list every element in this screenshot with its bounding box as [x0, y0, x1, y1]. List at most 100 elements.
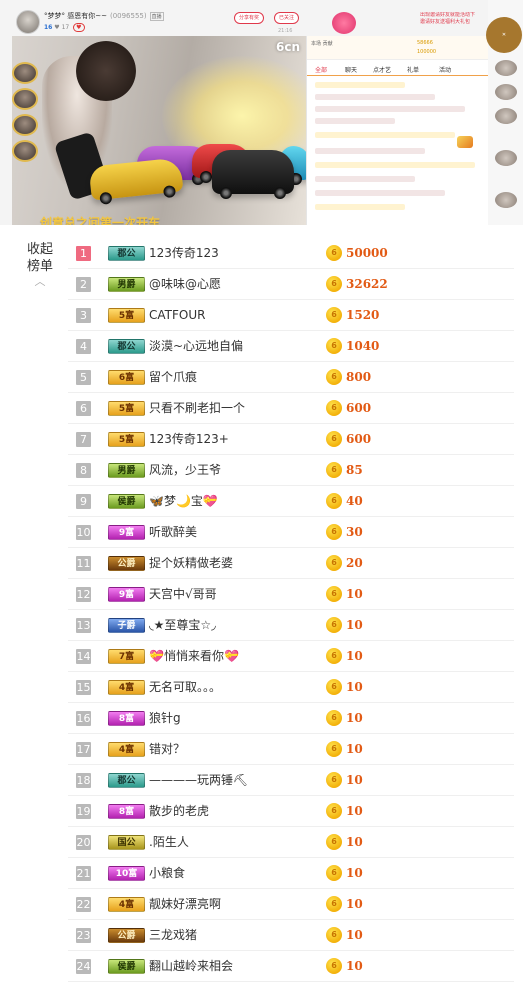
- noble-badge: 国公: [108, 835, 145, 850]
- user-name[interactable]: 无名可取。。。: [149, 679, 221, 696]
- user-name[interactable]: .陌生人: [149, 834, 189, 851]
- user-name[interactable]: 三龙戏猪: [149, 927, 197, 944]
- ranking-row[interactable]: 8 男爵 风流，少王爷 6 85: [68, 455, 514, 486]
- user-name[interactable]: 散步的老虎: [149, 803, 209, 820]
- coin-icon: 6: [326, 834, 342, 850]
- ranking-row[interactable]: 12 9富 天宫中√哥哥 6 10: [68, 579, 514, 610]
- ranking-row[interactable]: 3 5富 CATFOUR 6 1520: [68, 300, 514, 331]
- rank-number: 19: [76, 804, 91, 819]
- ranking-row[interactable]: 13 子爵 ◟★至尊宝☆◞ 6 10: [68, 610, 514, 641]
- user-name[interactable]: 靓妹好漂亮啊: [149, 896, 221, 913]
- ranking-row[interactable]: 5 6富 留个爪痕 6 800: [68, 362, 514, 393]
- promo-badge[interactable]: [332, 12, 356, 34]
- privilege-close-badge[interactable]: ✕: [486, 17, 522, 53]
- tab-events[interactable]: 活动: [439, 65, 451, 74]
- coin-icon: 6: [326, 865, 342, 881]
- share-gift-button[interactable]: 分享有奖: [234, 12, 265, 24]
- ranking-row[interactable]: 22 4富 靓妹好漂亮啊 6 10: [68, 889, 514, 920]
- ranking-row[interactable]: 20 国公 .陌生人 6 10: [68, 827, 514, 858]
- noble-badge: 5富: [108, 308, 145, 323]
- contribution-amount: 10: [346, 711, 363, 725]
- collapse-ranking-button[interactable]: 收起 榜单 ︿: [22, 241, 58, 287]
- user-name[interactable]: 天宫中√哥哥: [149, 586, 217, 603]
- user-name[interactable]: 🦋梦🌙宝💝: [149, 493, 218, 510]
- video-player[interactable]: 6cn 创意总之间第一次开车: [12, 36, 308, 225]
- rail-avatar[interactable]: [495, 60, 517, 76]
- user-name[interactable]: 翻山越岭来相会: [149, 958, 233, 975]
- noble-badge: 郡公: [108, 246, 145, 261]
- coin-icon: 6: [326, 896, 342, 912]
- user-name[interactable]: 💝悄悄来看你💝: [149, 648, 239, 665]
- rank-number: 2: [76, 277, 91, 292]
- user-name[interactable]: 狼针g: [149, 710, 181, 727]
- ranking-row[interactable]: 18 郡公 ————玩两锤⛏ 6 10: [68, 765, 514, 796]
- user-name[interactable]: 只看不刷老扣一个: [149, 400, 245, 417]
- ranking-row[interactable]: 2 男爵 @味味@心愿 6 32622: [68, 269, 514, 300]
- tab-talent[interactable]: 点才艺: [373, 65, 391, 74]
- ranking-row[interactable]: 14 7富 💝悄悄来看你💝 6 10: [68, 641, 514, 672]
- rail-avatar[interactable]: [495, 108, 517, 124]
- user-name[interactable]: @味味@心愿: [149, 276, 221, 293]
- user-name[interactable]: 123传奇123: [149, 245, 219, 262]
- streamer-avatar[interactable]: [16, 10, 40, 34]
- audience-avatar[interactable]: [12, 114, 38, 136]
- streamer-name[interactable]: °梦梦° 感恩有你~~: [44, 12, 107, 20]
- user-name[interactable]: 小粮食: [149, 865, 185, 882]
- noble-badge: 8富: [108, 804, 145, 819]
- rail-avatar[interactable]: [495, 192, 517, 208]
- rank-number: 6: [76, 401, 91, 416]
- noble-badge: 男爵: [108, 277, 145, 292]
- coin-icon: 6: [326, 245, 342, 261]
- user-name[interactable]: 淡漠~心远地自偏: [149, 338, 243, 355]
- contribution-amount: 1040: [346, 339, 380, 353]
- fan-tag: ♥: [73, 23, 85, 32]
- ranking-row[interactable]: 24 侯爵 翻山越岭来相会 6 10: [68, 951, 514, 982]
- audience-avatar[interactable]: [12, 140, 38, 162]
- tab-chat[interactable]: 聊天: [345, 65, 357, 74]
- rail-avatar[interactable]: [495, 150, 517, 166]
- ranking-row[interactable]: 4 郡公 淡漠~心远地自偏 6 1040: [68, 331, 514, 362]
- contribution-amount: 10: [346, 618, 363, 632]
- rail-avatar[interactable]: [495, 84, 517, 100]
- ranking-row[interactable]: 21 10富 小粮食 6 10: [68, 858, 514, 889]
- live-tag: 直播: [149, 12, 164, 21]
- contribution-amount: 10: [346, 649, 363, 663]
- user-name[interactable]: 风流，少王爷: [149, 462, 221, 479]
- ranking-row[interactable]: 11 公爵 捉个妖精做老婆 6 20: [68, 548, 514, 579]
- user-name[interactable]: ◟★至尊宝☆◞: [149, 617, 216, 634]
- audience-avatar[interactable]: [12, 62, 38, 84]
- chat-tabs: 全部 聊天 点才艺 礼单 活动: [307, 62, 489, 76]
- noble-badge: 4富: [108, 742, 145, 757]
- contribution-amount: 10: [346, 742, 363, 756]
- user-name[interactable]: ————玩两锤⛏: [149, 772, 248, 789]
- ranking-row[interactable]: 15 4富 无名可取。。。 6 10: [68, 672, 514, 703]
- coin-icon: 6: [326, 338, 342, 354]
- ranking-row[interactable]: 1 郡公 123传奇123 6 50000: [68, 238, 514, 269]
- user-name[interactable]: 听歌醉美: [149, 524, 197, 541]
- user-name[interactable]: 错对？: [149, 741, 185, 758]
- contribution-header: 本场 贡献 58666 100000: [307, 36, 489, 60]
- ranking-row[interactable]: 23 公爵 三龙戏猪 6 10: [68, 920, 514, 951]
- ranking-row[interactable]: 10 9富 听歌醉美 6 30: [68, 517, 514, 548]
- followed-button[interactable]: 已关注: [274, 12, 300, 24]
- contribution-amount: 1520: [346, 308, 380, 322]
- contribution-amount: 10: [346, 866, 363, 880]
- ranking-row[interactable]: 19 8富 散步的老虎 6 10: [68, 796, 514, 827]
- contribution-amount: 600: [346, 432, 372, 446]
- ranking-row[interactable]: 6 5富 只看不刷老扣一个 6 600: [68, 393, 514, 424]
- user-name[interactable]: 留个爪痕: [149, 369, 197, 386]
- ranking-row[interactable]: 16 8富 狼针g 6 10: [68, 703, 514, 734]
- collapse-label-line-1: 收起: [26, 242, 53, 257]
- noble-badge: 公爵: [108, 928, 145, 943]
- ranking-row[interactable]: 17 4富 错对？ 6 10: [68, 734, 514, 765]
- noble-badge: 男爵: [108, 463, 145, 478]
- tab-all[interactable]: 全部: [315, 65, 327, 74]
- tab-gifts[interactable]: 礼单: [407, 65, 419, 74]
- ranking-row[interactable]: 9 侯爵 🦋梦🌙宝💝 6 40: [68, 486, 514, 517]
- user-name[interactable]: 捉个妖精做老婆: [149, 555, 233, 572]
- user-name[interactable]: 123传奇123+: [149, 431, 229, 448]
- rank-number: 17: [76, 742, 91, 757]
- audience-avatar[interactable]: [12, 88, 38, 110]
- ranking-row[interactable]: 7 5富 123传奇123+ 6 600: [68, 424, 514, 455]
- user-name[interactable]: CATFOUR: [149, 307, 205, 324]
